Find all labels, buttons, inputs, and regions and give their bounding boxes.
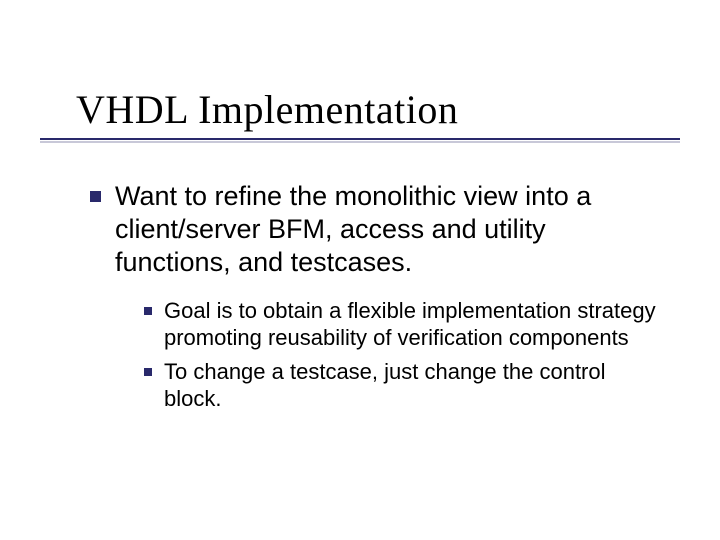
- square-bullet-icon: [144, 307, 152, 315]
- body-area: Want to refine the monolithic view into …: [90, 180, 660, 419]
- sub-list: Goal is to obtain a flexible implementat…: [144, 297, 660, 413]
- slide: VHDL Implementation Want to refine the m…: [0, 0, 720, 540]
- title-underline: [40, 138, 680, 140]
- bullet-text: To change a testcase, just change the co…: [164, 358, 660, 413]
- bullet-text: Want to refine the monolithic view into …: [115, 180, 660, 279]
- list-item: To change a testcase, just change the co…: [144, 358, 660, 413]
- page-title: VHDL Implementation: [76, 86, 680, 139]
- title-area: VHDL Implementation: [76, 86, 680, 139]
- list-item: Want to refine the monolithic view into …: [90, 180, 660, 279]
- bullet-text: Goal is to obtain a flexible implementat…: [164, 297, 660, 352]
- title-underline-shadow: [40, 141, 680, 143]
- square-bullet-icon: [144, 368, 152, 376]
- square-bullet-icon: [90, 191, 101, 202]
- list-item: Goal is to obtain a flexible implementat…: [144, 297, 660, 352]
